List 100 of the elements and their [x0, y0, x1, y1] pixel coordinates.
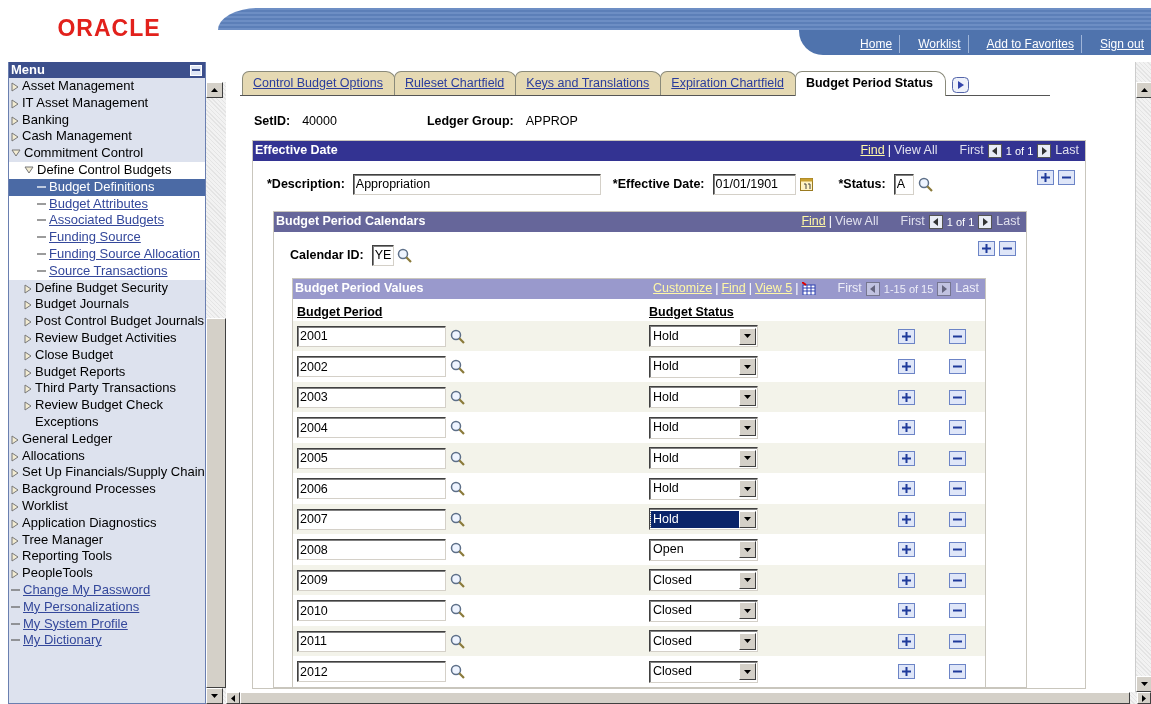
next-tab-icon[interactable] — [951, 76, 969, 93]
status-dropdown[interactable]: Hold — [649, 477, 758, 500]
menu-link[interactable]: Funding Source Allocation — [9, 245, 205, 263]
status-dropdown[interactable]: Hold — [649, 508, 758, 530]
menu-folder[interactable]: Reporting Tools — [9, 548, 205, 566]
calendar-id-field[interactable]: YE — [371, 244, 394, 266]
header-link[interactable]: Home — [842, 35, 900, 53]
header-link[interactable]: Add to Favorites — [967, 35, 1081, 53]
menu-folder[interactable]: Third Party Transactions — [9, 380, 205, 398]
period-field[interactable]: 2006 — [297, 478, 446, 499]
grid-icon[interactable] — [801, 282, 816, 296]
search-icon[interactable] — [450, 420, 465, 435]
search-icon[interactable] — [450, 603, 465, 618]
status-dropdown[interactable]: Hold — [649, 447, 758, 469]
menu-folder[interactable]: Set Up Financials/Supply Chain — [9, 464, 205, 482]
period-field[interactable]: 2008 — [297, 539, 446, 560]
tab[interactable]: Control Budget Options — [242, 71, 396, 95]
menu-folder[interactable]: Asset Management — [9, 78, 205, 95]
tab[interactable]: Ruleset Chartfield — [393, 71, 518, 95]
previous-icon[interactable] — [987, 143, 1002, 158]
status-dropdown[interactable]: Closed — [649, 599, 758, 622]
period-field[interactable]: 2001 — [297, 325, 446, 347]
tab[interactable]: Expiration Chartfield — [660, 71, 797, 95]
menu-folder[interactable]: Tree Manager — [9, 531, 205, 549]
tab[interactable]: Keys and Translations — [515, 71, 663, 95]
next-icon[interactable] — [978, 214, 993, 229]
menu-folder[interactable]: Budget Journals — [9, 296, 205, 314]
menu-link[interactable]: Budget Definitions — [9, 178, 205, 196]
period-field[interactable]: 2010 — [297, 600, 446, 621]
search-icon[interactable] — [396, 247, 412, 263]
status-dropdown[interactable]: Hold — [649, 355, 758, 378]
scrollbar[interactable] — [206, 82, 226, 704]
search-icon[interactable] — [450, 511, 465, 527]
search-icon[interactable] — [917, 176, 933, 192]
menu-link[interactable]: My Personalizations — [9, 598, 205, 616]
menu-link[interactable]: Budget Attributes — [9, 195, 205, 213]
status-dropdown[interactable]: Hold — [649, 386, 758, 408]
search-icon[interactable] — [450, 359, 465, 374]
period-field[interactable]: 2005 — [297, 447, 446, 469]
grid-link[interactable]: Find — [801, 212, 826, 232]
menu-folder[interactable]: Application Diagnostics — [9, 514, 205, 532]
menu-folder[interactable]: Worklist — [9, 497, 205, 515]
menu-folder[interactable]: Background Processes — [9, 481, 205, 498]
period-field[interactable]: 2007 — [297, 508, 446, 530]
menu-link[interactable]: Funding Source — [9, 229, 205, 246]
menu-folder[interactable]: Define Control Budgets — [9, 162, 205, 179]
search-icon[interactable] — [450, 481, 465, 496]
tab[interactable]: Budget Period Status — [794, 71, 946, 96]
scrollbar[interactable] — [1135, 62, 1151, 692]
previous-icon[interactable] — [928, 214, 943, 229]
menu-link[interactable]: My System Profile — [9, 615, 205, 633]
date-field[interactable]: 01/01/1901 — [712, 173, 796, 195]
grid-link[interactable]: Find — [860, 141, 885, 161]
status-dropdown[interactable]: Closed — [649, 660, 758, 683]
left-arrow-icon[interactable] — [231, 694, 235, 702]
menu-folder[interactable]: Cash Management — [9, 128, 205, 146]
search-icon[interactable] — [450, 450, 465, 466]
status-dropdown[interactable]: Closed — [649, 569, 758, 591]
search-icon[interactable] — [450, 664, 465, 679]
search-icon[interactable] — [450, 542, 465, 557]
right-arrow-icon[interactable] — [1142, 694, 1146, 702]
menu-folder[interactable]: Banking — [9, 111, 205, 129]
header-link[interactable]: Worklist — [899, 35, 968, 53]
menu-link[interactable]: My Dictionary — [9, 632, 205, 650]
menu-folder[interactable]: IT Asset Management — [9, 94, 205, 112]
period-field[interactable]: 2009 — [297, 569, 446, 591]
search-icon[interactable] — [450, 328, 465, 344]
up-arrow-icon[interactable] — [1141, 88, 1148, 92]
menu-link[interactable]: Associated Budgets — [9, 212, 205, 230]
period-field[interactable]: 2002 — [297, 356, 446, 377]
status-dropdown[interactable]: Open — [649, 538, 758, 561]
down-arrow-icon[interactable] — [211, 694, 218, 698]
menu-folder[interactable]: General Ledger — [9, 430, 205, 448]
menu-link[interactable]: Source Transactions — [9, 262, 205, 280]
period-field[interactable]: 2012 — [297, 661, 446, 682]
collapse-menu-button[interactable] — [190, 64, 202, 76]
period-field[interactable]: 2011 — [297, 630, 446, 652]
menu-folder[interactable]: Post Control Budget Journals — [9, 313, 205, 330]
down-arrow-icon[interactable] — [1141, 682, 1148, 686]
search-icon[interactable] — [450, 633, 465, 649]
next-icon[interactable] — [1037, 143, 1052, 158]
menu-folder[interactable]: PeopleTools — [9, 565, 205, 582]
up-arrow-icon[interactable] — [211, 88, 218, 92]
status-field[interactable]: A — [893, 173, 914, 195]
scrollbar[interactable] — [226, 692, 1151, 704]
menu-folder[interactable]: Define Budget Security — [9, 279, 205, 297]
status-dropdown[interactable]: Hold — [649, 416, 758, 439]
calendar-icon[interactable] — [799, 177, 813, 192]
description-field[interactable]: Appropriation — [352, 173, 601, 195]
period-field[interactable]: 2003 — [297, 386, 446, 408]
menu-folder[interactable]: Review Budget Activities — [9, 329, 205, 347]
search-icon[interactable] — [450, 389, 465, 405]
menu-folder[interactable]: Allocations — [9, 447, 205, 465]
menu-folder[interactable]: Budget Reports — [9, 363, 205, 381]
menu-folder[interactable]: Review Budget Check Exceptions — [9, 397, 205, 431]
status-dropdown[interactable]: Hold — [649, 325, 758, 347]
menu-folder[interactable]: Commitment Control — [9, 145, 205, 162]
status-dropdown[interactable]: Closed — [649, 630, 758, 652]
menu-folder[interactable]: Close Budget — [9, 346, 205, 364]
header-link[interactable]: Sign out — [1080, 35, 1151, 53]
